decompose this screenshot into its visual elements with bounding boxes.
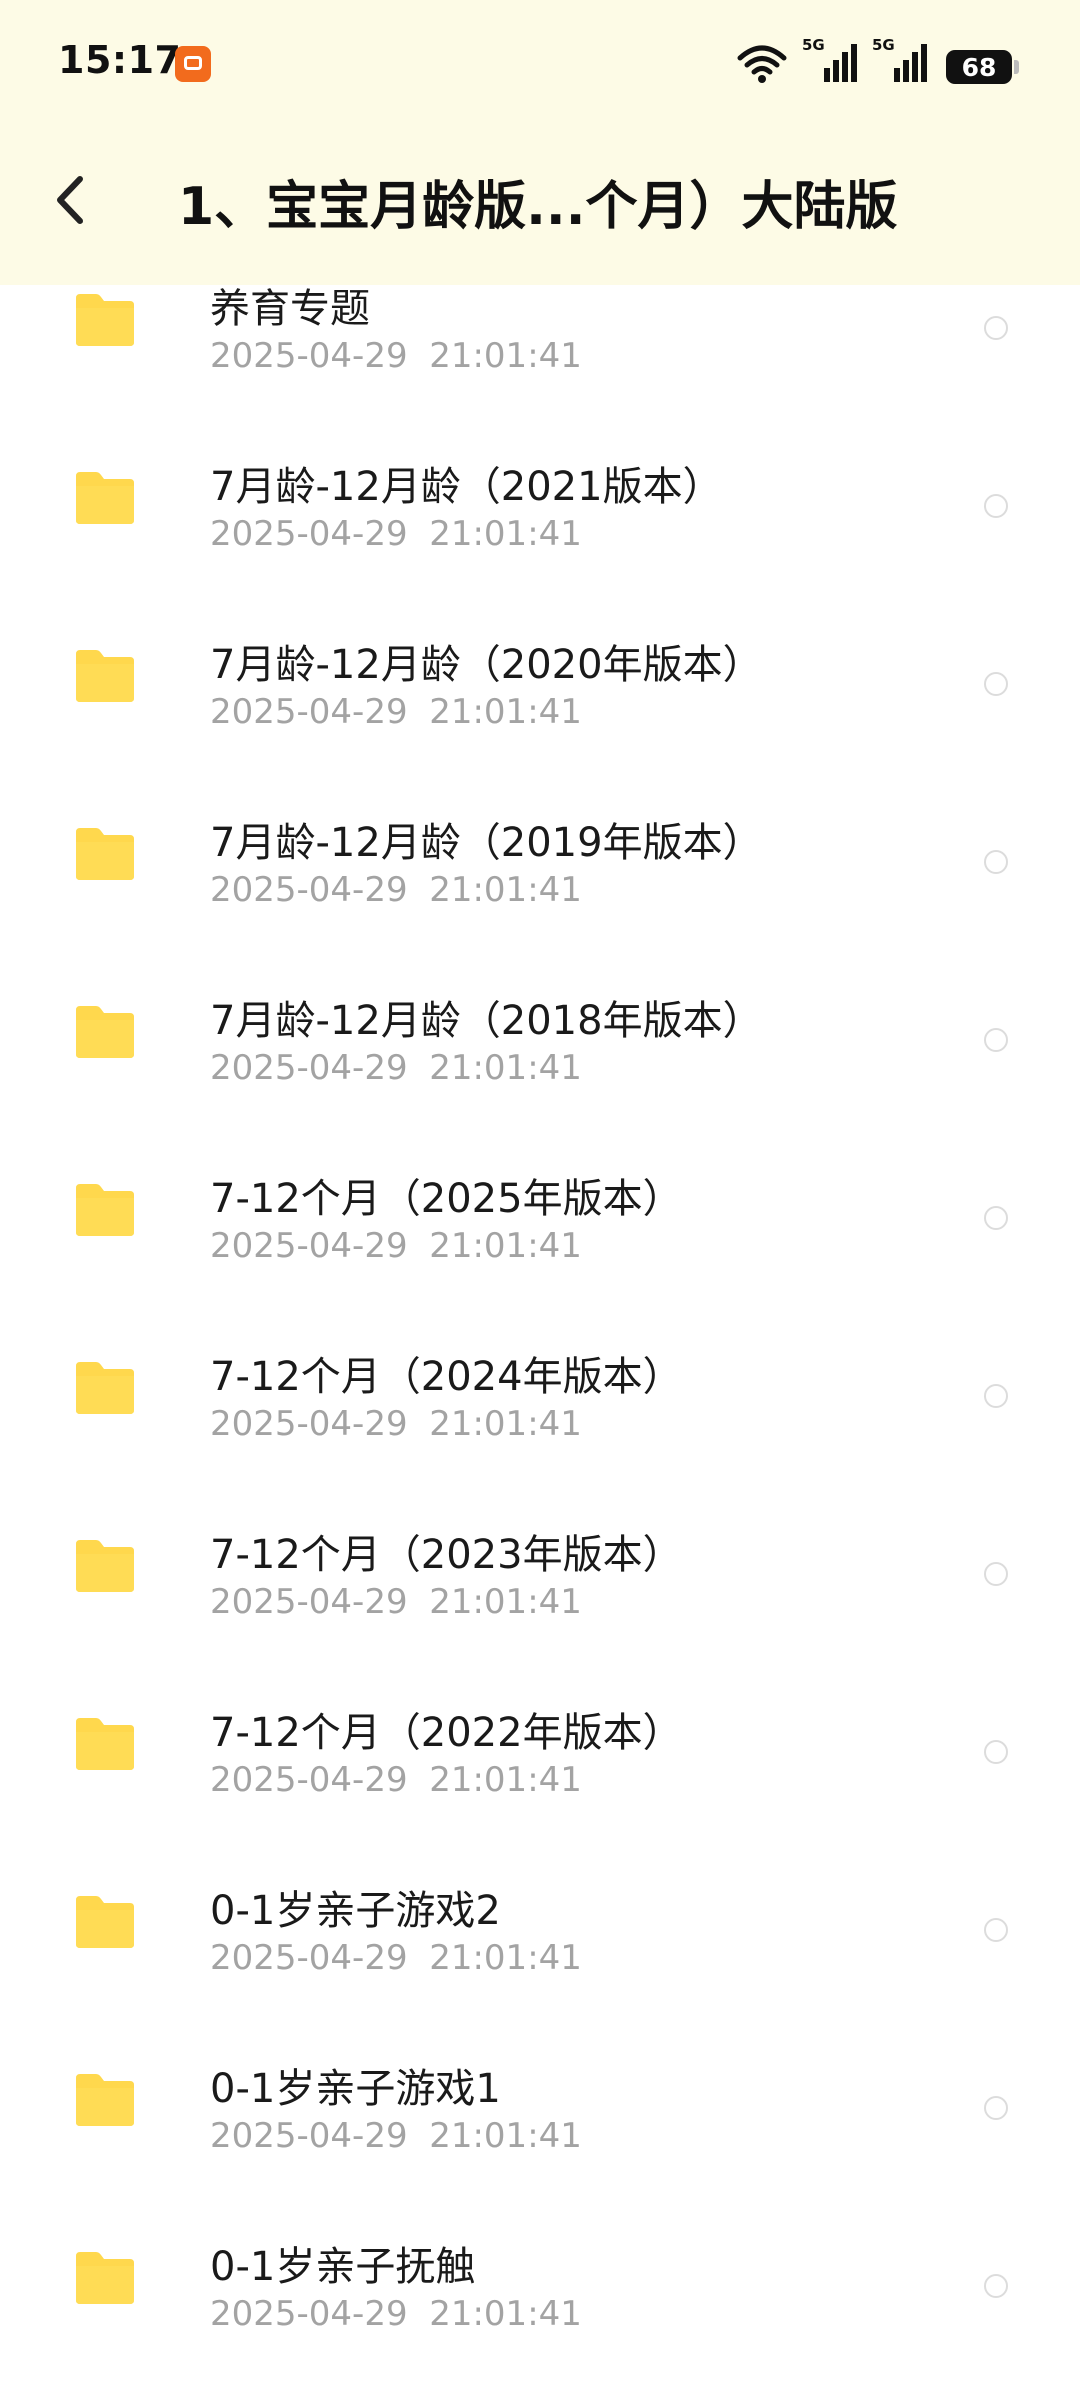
file-list-item[interactable]: 7月龄-12月龄（2020年版本） 2025-04-29 21:01:41 — [0, 626, 1080, 804]
status-indicators: 5G 5G 68 — [736, 36, 1019, 84]
file-date: 2025-04-29 21:01:41 — [210, 1938, 582, 1978]
folder-icon — [72, 470, 138, 526]
cellular-signal-1-icon: 5G — [802, 36, 858, 84]
file-date: 2025-04-29 21:01:41 — [210, 692, 582, 732]
file-name: 7-12个月（2025年版本） — [210, 1176, 683, 1222]
nav-bar: 1、宝宝月龄版...个月）大陆版 — [0, 140, 1080, 260]
select-radio[interactable] — [984, 1918, 1008, 1942]
file-name: 7-12个月（2023年版本） — [210, 1532, 683, 1578]
folder-icon — [72, 1360, 138, 1416]
file-list-item[interactable]: 养育专题 2025-04-29 21:01:41 — [0, 270, 1080, 448]
file-name: 7-12个月（2024年版本） — [210, 1354, 683, 1400]
folder-icon — [72, 292, 138, 348]
cellular-signal-2-icon: 5G — [872, 36, 928, 84]
file-name: 0-1岁亲子游戏1 — [210, 2066, 501, 2112]
status-bar: 15:17 5G 5G 68 — [0, 0, 1080, 130]
battery-level: 68 — [961, 53, 997, 82]
select-radio[interactable] — [984, 1028, 1008, 1052]
file-name: 0-1岁亲子游戏2 — [210, 1888, 501, 1934]
file-date: 2025-04-29 21:01:41 — [210, 1760, 582, 1800]
file-name: 7月龄-12月龄（2021版本） — [210, 464, 723, 510]
file-list-item[interactable]: 0-1岁亲子游戏2 2025-04-29 21:01:41 — [0, 1872, 1080, 2050]
file-list-item[interactable]: 7-12个月（2025年版本） 2025-04-29 21:01:41 — [0, 1160, 1080, 1338]
file-date: 2025-04-29 21:01:41 — [210, 1226, 582, 1266]
select-radio[interactable] — [984, 1562, 1008, 1586]
status-time: 15:17 — [58, 38, 182, 82]
select-radio[interactable] — [984, 316, 1008, 340]
folder-icon — [72, 1004, 138, 1060]
file-list-item[interactable]: 7月龄-12月龄（2021版本） 2025-04-29 21:01:41 — [0, 448, 1080, 626]
select-radio[interactable] — [984, 672, 1008, 696]
select-radio[interactable] — [984, 2274, 1008, 2298]
file-date: 2025-04-29 21:01:41 — [210, 870, 582, 910]
back-button[interactable] — [40, 165, 102, 235]
file-date: 2025-04-29 21:01:41 — [210, 336, 582, 376]
select-radio[interactable] — [984, 850, 1008, 874]
folder-icon — [72, 2072, 138, 2128]
select-radio[interactable] — [984, 1384, 1008, 1408]
file-date: 2025-04-29 21:01:41 — [210, 1048, 582, 1088]
file-list-item[interactable]: 7-12个月（2022年版本） 2025-04-29 21:01:41 — [0, 1694, 1080, 1872]
folder-icon — [72, 826, 138, 882]
file-list-item[interactable]: 0-1岁亲子游戏1 2025-04-29 21:01:41 — [0, 2050, 1080, 2228]
file-list-item[interactable]: 7月龄-12月龄（2019年版本） 2025-04-29 21:01:41 — [0, 804, 1080, 982]
wifi-icon — [736, 44, 788, 84]
select-radio[interactable] — [984, 1740, 1008, 1764]
file-list-item[interactable]: 7月龄-12月龄（2018年版本） 2025-04-29 21:01:41 — [0, 982, 1080, 1160]
file-date: 2025-04-29 21:01:41 — [210, 2294, 582, 2334]
app-notification-icon — [175, 46, 211, 82]
battery-icon: 68 — [946, 50, 1019, 84]
file-date: 2025-04-29 21:01:41 — [210, 1582, 582, 1622]
file-name: 7月龄-12月龄（2020年版本） — [210, 642, 763, 688]
folder-icon — [72, 1716, 138, 1772]
file-list-item[interactable]: 7-12个月（2023年版本） 2025-04-29 21:01:41 — [0, 1516, 1080, 1694]
folder-icon — [72, 1182, 138, 1238]
folder-icon — [72, 2250, 138, 2306]
header: 15:17 5G 5G 68 1、宝宝月龄版...个月）大陆版 — [0, 0, 1080, 285]
file-list-item[interactable]: 7-12个月（2024年版本） 2025-04-29 21:01:41 — [0, 1338, 1080, 1516]
file-date: 2025-04-29 21:01:41 — [210, 1404, 582, 1444]
chevron-left-icon — [57, 176, 83, 224]
select-radio[interactable] — [984, 2096, 1008, 2120]
file-name: 0-1岁亲子抚触 — [210, 2244, 476, 2290]
file-date: 2025-04-29 21:01:41 — [210, 514, 582, 554]
folder-icon — [72, 648, 138, 704]
file-name: 7月龄-12月龄（2019年版本） — [210, 820, 763, 866]
select-radio[interactable] — [984, 1206, 1008, 1230]
select-radio[interactable] — [984, 494, 1008, 518]
file-name: 7月龄-12月龄（2018年版本） — [210, 998, 763, 1044]
file-name: 7-12个月（2022年版本） — [210, 1710, 683, 1756]
folder-icon — [72, 1894, 138, 1950]
folder-icon — [72, 1538, 138, 1594]
file-list-item[interactable]: 0-1岁亲子抚触 2025-04-29 21:01:41 — [0, 2228, 1080, 2406]
file-name: 养育专题 — [210, 286, 370, 332]
file-date: 2025-04-29 21:01:41 — [210, 2116, 582, 2156]
page-title: 1、宝宝月龄版...个月）大陆版 — [178, 177, 898, 237]
